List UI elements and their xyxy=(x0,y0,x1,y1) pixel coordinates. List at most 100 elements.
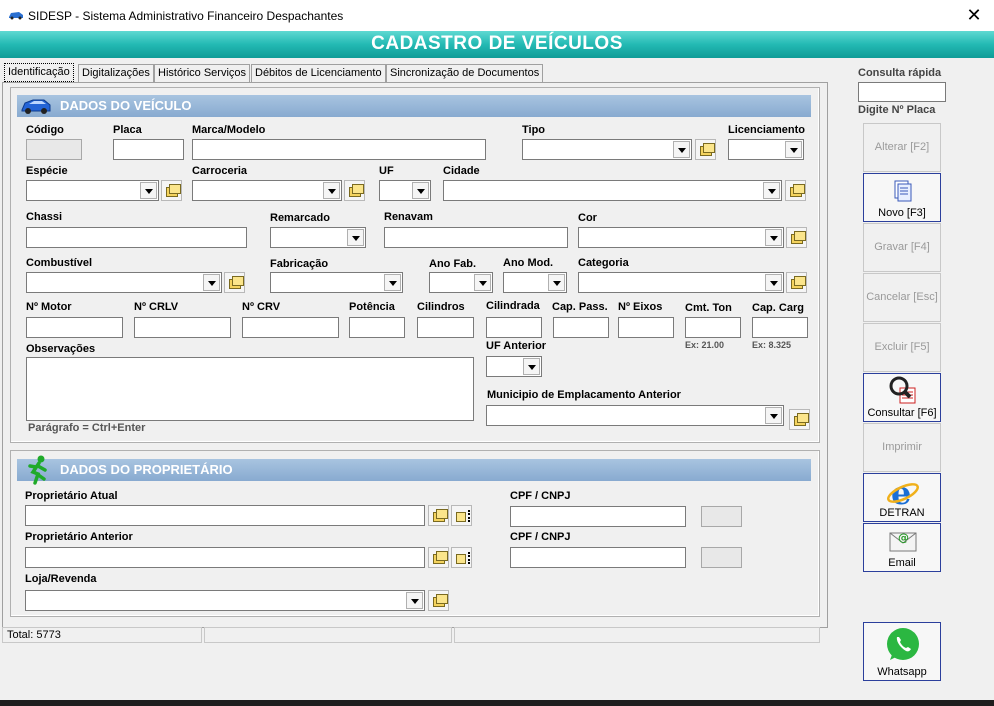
cor-folder-button[interactable] xyxy=(786,227,807,248)
especie-folder-button[interactable] xyxy=(161,180,182,201)
cpf-atual-status xyxy=(701,506,742,527)
chevron-down-icon[interactable] xyxy=(548,274,565,291)
potencia-input[interactable] xyxy=(349,317,405,338)
tab-sincronizacao-documentos[interactable]: Sincronização de Documentos xyxy=(386,64,544,82)
cpf-anterior-input[interactable] xyxy=(510,547,686,568)
cancelar-label: Cancelar [Esc] xyxy=(866,291,938,303)
remarcado-select[interactable] xyxy=(270,227,366,248)
tipo-folder-button[interactable] xyxy=(695,139,716,160)
carroceria-select[interactable] xyxy=(192,180,342,201)
chevron-down-icon[interactable] xyxy=(765,229,782,246)
crv-label: Nº CRV xyxy=(242,301,281,313)
licenciamento-select[interactable] xyxy=(728,139,804,160)
cilindrada-input[interactable] xyxy=(486,317,542,338)
especie-select[interactable] xyxy=(26,180,159,201)
chevron-down-icon[interactable] xyxy=(412,182,429,199)
proprietario-anterior-pick-button[interactable] xyxy=(451,547,472,568)
chevron-down-icon[interactable] xyxy=(523,358,540,375)
alterar-button[interactable]: Alterar [F2] xyxy=(863,123,941,172)
uf-select[interactable] xyxy=(379,180,431,201)
tab-identificacao[interactable]: Identificação xyxy=(4,63,74,82)
tab-digitalizacoes[interactable]: Digitalizações xyxy=(78,64,154,82)
proprietario-anterior-label: Proprietário Anterior xyxy=(25,531,133,543)
chevron-down-icon[interactable] xyxy=(785,141,802,158)
combustivel-folder-button[interactable] xyxy=(224,272,245,293)
carroceria-folder-button[interactable] xyxy=(344,180,365,201)
cpf-anterior-label: CPF / CNPJ xyxy=(510,531,571,543)
digite-placa-label: Digite Nº Placa xyxy=(858,104,936,116)
cancelar-button[interactable]: Cancelar [Esc] xyxy=(863,273,941,322)
chevron-down-icon[interactable] xyxy=(347,229,364,246)
proprietario-atual-input[interactable] xyxy=(25,505,425,526)
loja-revenda-folder-button[interactable] xyxy=(428,590,449,611)
excluir-label: Excluir [F5] xyxy=(874,341,930,353)
placa-input[interactable] xyxy=(113,139,184,160)
fabricacao-select[interactable] xyxy=(270,272,403,293)
renavam-input[interactable] xyxy=(384,227,568,248)
chevron-down-icon[interactable] xyxy=(323,182,340,199)
chevron-down-icon[interactable] xyxy=(384,274,401,291)
marca-modelo-input[interactable] xyxy=(192,139,486,160)
chevron-down-icon[interactable] xyxy=(140,182,157,199)
tipo-select[interactable] xyxy=(522,139,692,160)
novo-label: Novo [F3] xyxy=(878,207,926,219)
detran-button[interactable]: e DETRAN xyxy=(863,473,941,522)
crlv-input[interactable] xyxy=(134,317,231,338)
gravar-button[interactable]: Gravar [F4] xyxy=(863,223,941,272)
loja-revenda-select[interactable] xyxy=(25,590,425,611)
chevron-down-icon[interactable] xyxy=(673,141,690,158)
page-title: CADASTRO DE VEÍCULOS xyxy=(371,33,623,54)
email-button[interactable]: @ Email xyxy=(863,523,941,572)
chassi-input[interactable] xyxy=(26,227,247,248)
cpf-atual-input[interactable] xyxy=(510,506,686,527)
imprimir-button[interactable]: Imprimir xyxy=(863,423,941,472)
municipio-anterior-select[interactable] xyxy=(486,405,784,426)
title-bar: SIDESP - Sistema Administrativo Financei… xyxy=(0,0,994,31)
categoria-select[interactable] xyxy=(578,272,784,293)
especie-label: Espécie xyxy=(26,165,68,177)
proprietario-anterior-input[interactable] xyxy=(25,547,425,568)
cidade-folder-button[interactable] xyxy=(785,180,806,201)
proprietario-atual-folder-button[interactable] xyxy=(428,505,449,526)
cpf-atual-label: CPF / CNPJ xyxy=(510,490,571,502)
excluir-button[interactable]: Excluir [F5] xyxy=(863,323,941,372)
motor-input[interactable] xyxy=(26,317,123,338)
cap-pass-input[interactable] xyxy=(553,317,609,338)
cap-carg-input[interactable] xyxy=(752,317,808,338)
uf-anterior-select[interactable] xyxy=(486,356,542,377)
crv-input[interactable] xyxy=(242,317,339,338)
close-icon[interactable]: ✕ xyxy=(962,4,986,26)
municipio-folder-button[interactable] xyxy=(789,409,810,430)
tipo-label: Tipo xyxy=(522,124,546,136)
chevron-down-icon[interactable] xyxy=(765,274,782,291)
chevron-down-icon[interactable] xyxy=(406,592,423,609)
consulta-rapida-input[interactable] xyxy=(858,82,946,102)
cor-select[interactable] xyxy=(578,227,784,248)
chevron-down-icon[interactable] xyxy=(765,407,782,424)
chevron-down-icon[interactable] xyxy=(763,182,780,199)
cmt-ton-input[interactable] xyxy=(685,317,741,338)
consultar-button[interactable]: Consultar [F6] xyxy=(863,373,941,422)
proprietario-anterior-folder-button[interactable] xyxy=(428,547,449,568)
cidade-select[interactable] xyxy=(443,180,782,201)
novo-button[interactable]: Novo [F3] xyxy=(863,173,941,222)
owner-section-title: DADOS DO PROPRIETÁRIO xyxy=(60,462,233,477)
cilindrada-label: Cilindrada xyxy=(486,300,540,312)
tab-historico-servicos[interactable]: Histórico Serviços xyxy=(154,64,251,82)
chevron-down-icon[interactable] xyxy=(203,274,220,291)
svg-text:@: @ xyxy=(898,531,909,544)
cap-pass-label: Cap. Pass. xyxy=(552,301,608,313)
ano-fab-select[interactable] xyxy=(429,272,493,293)
combustivel-select[interactable] xyxy=(26,272,222,293)
categoria-folder-button[interactable] xyxy=(786,272,807,293)
cap-carg-hint: Ex: 8.325 xyxy=(752,340,792,350)
observacoes-textarea[interactable] xyxy=(26,357,474,421)
ano-mod-select[interactable] xyxy=(503,272,567,293)
tab-debitos-licenciamento[interactable]: Débitos de Licenciamento xyxy=(251,64,386,82)
whatsapp-button[interactable]: Whatsapp xyxy=(863,622,941,681)
proprietario-atual-pick-button[interactable] xyxy=(451,505,472,526)
cilindros-input[interactable] xyxy=(417,317,474,338)
chevron-down-icon[interactable] xyxy=(474,274,491,291)
eixos-input[interactable] xyxy=(618,317,674,338)
loja-revenda-label: Loja/Revenda xyxy=(25,573,97,585)
